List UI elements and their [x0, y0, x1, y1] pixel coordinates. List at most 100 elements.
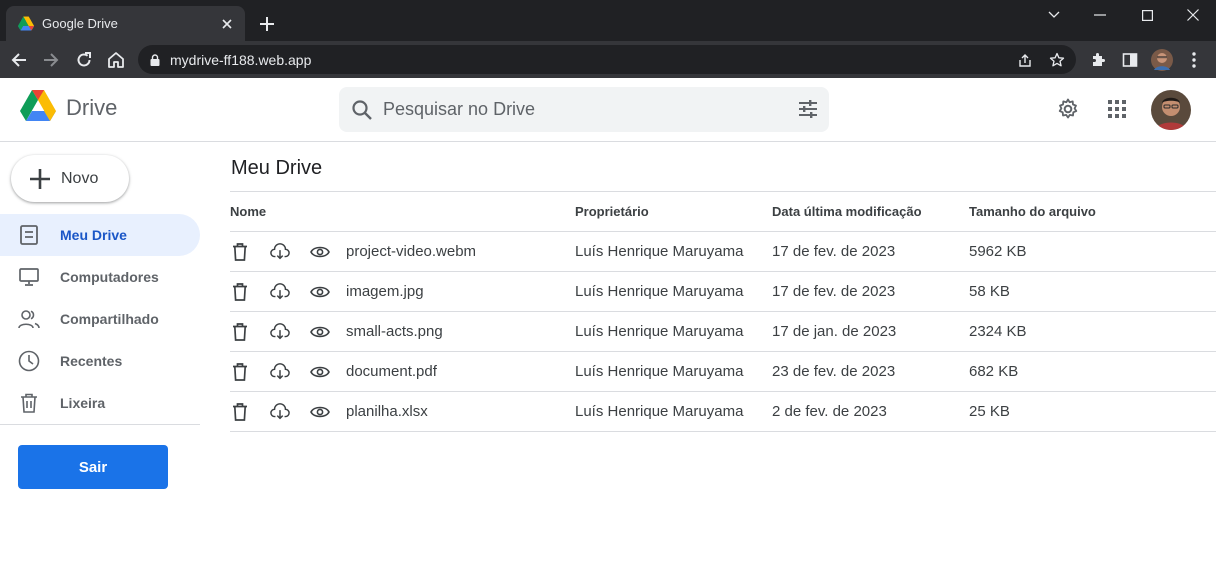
file-name[interactable]: imagem.jpg — [346, 283, 424, 300]
share-icon[interactable] — [1015, 50, 1035, 70]
sidebar-item-label: Lixeira — [60, 395, 106, 411]
address-bar[interactable]: mydrive-ff188.web.app — [138, 45, 1076, 74]
file-size: 682 KB — [969, 363, 1019, 380]
file-size: 25 KB — [969, 403, 1010, 420]
column-header-size[interactable]: Tamanho do arquivo — [969, 204, 1169, 219]
file-owner: Luís Henrique Maruyama — [575, 403, 744, 420]
download-cloud-icon[interactable] — [270, 322, 290, 342]
lock-icon[interactable] — [150, 53, 160, 66]
column-header-modified[interactable]: Data última modificação — [772, 204, 969, 219]
download-cloud-icon[interactable] — [270, 242, 290, 262]
search-options-icon[interactable] — [797, 98, 819, 120]
page-title: Meu Drive — [231, 157, 323, 179]
download-cloud-icon[interactable] — [270, 282, 290, 302]
file-name[interactable]: small-acts.png — [346, 323, 443, 340]
new-button-label: Novo — [61, 169, 99, 187]
maximize-icon[interactable] — [1124, 0, 1170, 30]
tab-title: Google Drive — [42, 16, 118, 31]
file-size: 58 KB — [969, 283, 1010, 300]
side-panel-icon[interactable] — [1117, 47, 1143, 73]
browser-toolbar: mydrive-ff188.web.app — [0, 41, 1216, 78]
sidebar-item-label: Computadores — [60, 269, 159, 285]
sidebar-item-compartilhado[interactable]: Compartilhado — [0, 298, 200, 340]
sidebar-item-lixeira[interactable]: Lixeira — [0, 382, 200, 424]
table-row[interactable]: document.pdf Luís Henrique Maruyama 23 d… — [230, 352, 1216, 392]
menu-dots-icon[interactable] — [1181, 47, 1207, 73]
bookmark-star-icon[interactable] — [1047, 50, 1067, 70]
delete-trash-icon[interactable] — [230, 402, 250, 422]
delete-trash-icon[interactable] — [230, 282, 250, 302]
new-tab-icon[interactable] — [256, 13, 278, 35]
table-row[interactable]: planilha.xlsx Luís Henrique Maruyama 2 d… — [230, 392, 1216, 432]
plus-icon — [29, 168, 51, 190]
extensions-icon[interactable] — [1085, 47, 1111, 73]
logout-button[interactable]: Sair — [18, 445, 168, 489]
close-window-icon[interactable] — [1170, 0, 1216, 30]
file-name[interactable]: planilha.xlsx — [346, 403, 428, 420]
computer-icon — [18, 266, 40, 288]
logo-text: Drive — [66, 95, 118, 120]
url-text: mydrive-ff188.web.app — [170, 51, 312, 68]
new-button[interactable]: Novo — [11, 155, 129, 202]
sidebar-item-recentes[interactable]: Recentes — [0, 340, 200, 382]
forward-arrow-icon[interactable] — [38, 47, 64, 73]
my-drive-icon — [18, 224, 40, 246]
sidebar-nav: Meu Drive Computadores Compartilhado Rec… — [0, 214, 200, 424]
close-tab-icon[interactable] — [219, 16, 235, 32]
file-owner: Luís Henrique Maruyama — [575, 283, 744, 300]
download-cloud-icon[interactable] — [270, 362, 290, 382]
table-row[interactable]: small-acts.png Luís Henrique Maruyama 17… — [230, 312, 1216, 352]
view-eye-icon[interactable] — [310, 362, 330, 382]
file-name[interactable]: project-video.webm — [346, 243, 476, 260]
file-modified: 17 de fev. de 2023 — [772, 243, 896, 260]
search-icon[interactable] — [351, 99, 373, 121]
file-modified: 17 de fev. de 2023 — [772, 283, 896, 300]
browser-tabstrip: Google Drive — [0, 0, 1216, 41]
table-row[interactable]: project-video.webm Luís Henrique Maruyam… — [230, 232, 1216, 272]
file-owner: Luís Henrique Maruyama — [575, 323, 744, 340]
sidebar-item-label: Compartilhado — [60, 311, 159, 327]
clock-icon — [18, 350, 40, 372]
tab-search-icon[interactable] — [1031, 0, 1077, 30]
table-row[interactable]: imagem.jpg Luís Henrique Maruyama 17 de … — [230, 272, 1216, 312]
minimize-icon[interactable] — [1077, 0, 1123, 30]
view-eye-icon[interactable] — [310, 282, 330, 302]
shared-users-icon — [18, 308, 40, 330]
app-header: Drive — [0, 78, 1216, 142]
view-eye-icon[interactable] — [310, 242, 330, 262]
sidebar-item-meu-drive[interactable]: Meu Drive — [0, 214, 200, 256]
delete-trash-icon[interactable] — [230, 242, 250, 262]
apps-grid-icon[interactable] — [1104, 96, 1130, 122]
drive-favicon-icon — [18, 16, 34, 32]
file-name[interactable]: document.pdf — [346, 363, 437, 380]
files-table: Nome Proprietário Data última modificaçã… — [230, 192, 1216, 432]
profile-avatar-icon[interactable] — [1149, 47, 1175, 73]
settings-gear-icon[interactable] — [1055, 96, 1081, 122]
drive-logo-icon[interactable] — [20, 90, 56, 123]
search-input[interactable] — [383, 99, 773, 120]
file-size: 2324 KB — [969, 323, 1027, 340]
sidebar-item-label: Meu Drive — [60, 227, 127, 243]
delete-trash-icon[interactable] — [230, 322, 250, 342]
back-arrow-icon[interactable] — [6, 47, 32, 73]
reload-icon[interactable] — [71, 47, 97, 73]
view-eye-icon[interactable] — [310, 402, 330, 422]
browser-tab[interactable]: Google Drive — [6, 6, 245, 41]
column-header-name[interactable]: Nome — [230, 204, 575, 219]
search-bar[interactable] — [339, 87, 829, 132]
home-icon[interactable] — [103, 47, 129, 73]
sidebar-item-computadores[interactable]: Computadores — [0, 256, 200, 298]
delete-trash-icon[interactable] — [230, 362, 250, 382]
user-avatar[interactable] — [1151, 90, 1191, 130]
file-modified: 23 de fev. de 2023 — [772, 363, 896, 380]
table-header: Nome Proprietário Data última modificaçã… — [230, 192, 1216, 232]
file-owner: Luís Henrique Maruyama — [575, 243, 744, 260]
sidebar-item-label: Recentes — [60, 353, 123, 369]
download-cloud-icon[interactable] — [270, 402, 290, 422]
column-header-owner[interactable]: Proprietário — [575, 204, 772, 219]
trash-icon — [18, 392, 40, 414]
view-eye-icon[interactable] — [310, 322, 330, 342]
file-modified: 17 de jan. de 2023 — [772, 323, 897, 340]
file-owner: Luís Henrique Maruyama — [575, 363, 744, 380]
sidebar-divider — [0, 424, 200, 425]
